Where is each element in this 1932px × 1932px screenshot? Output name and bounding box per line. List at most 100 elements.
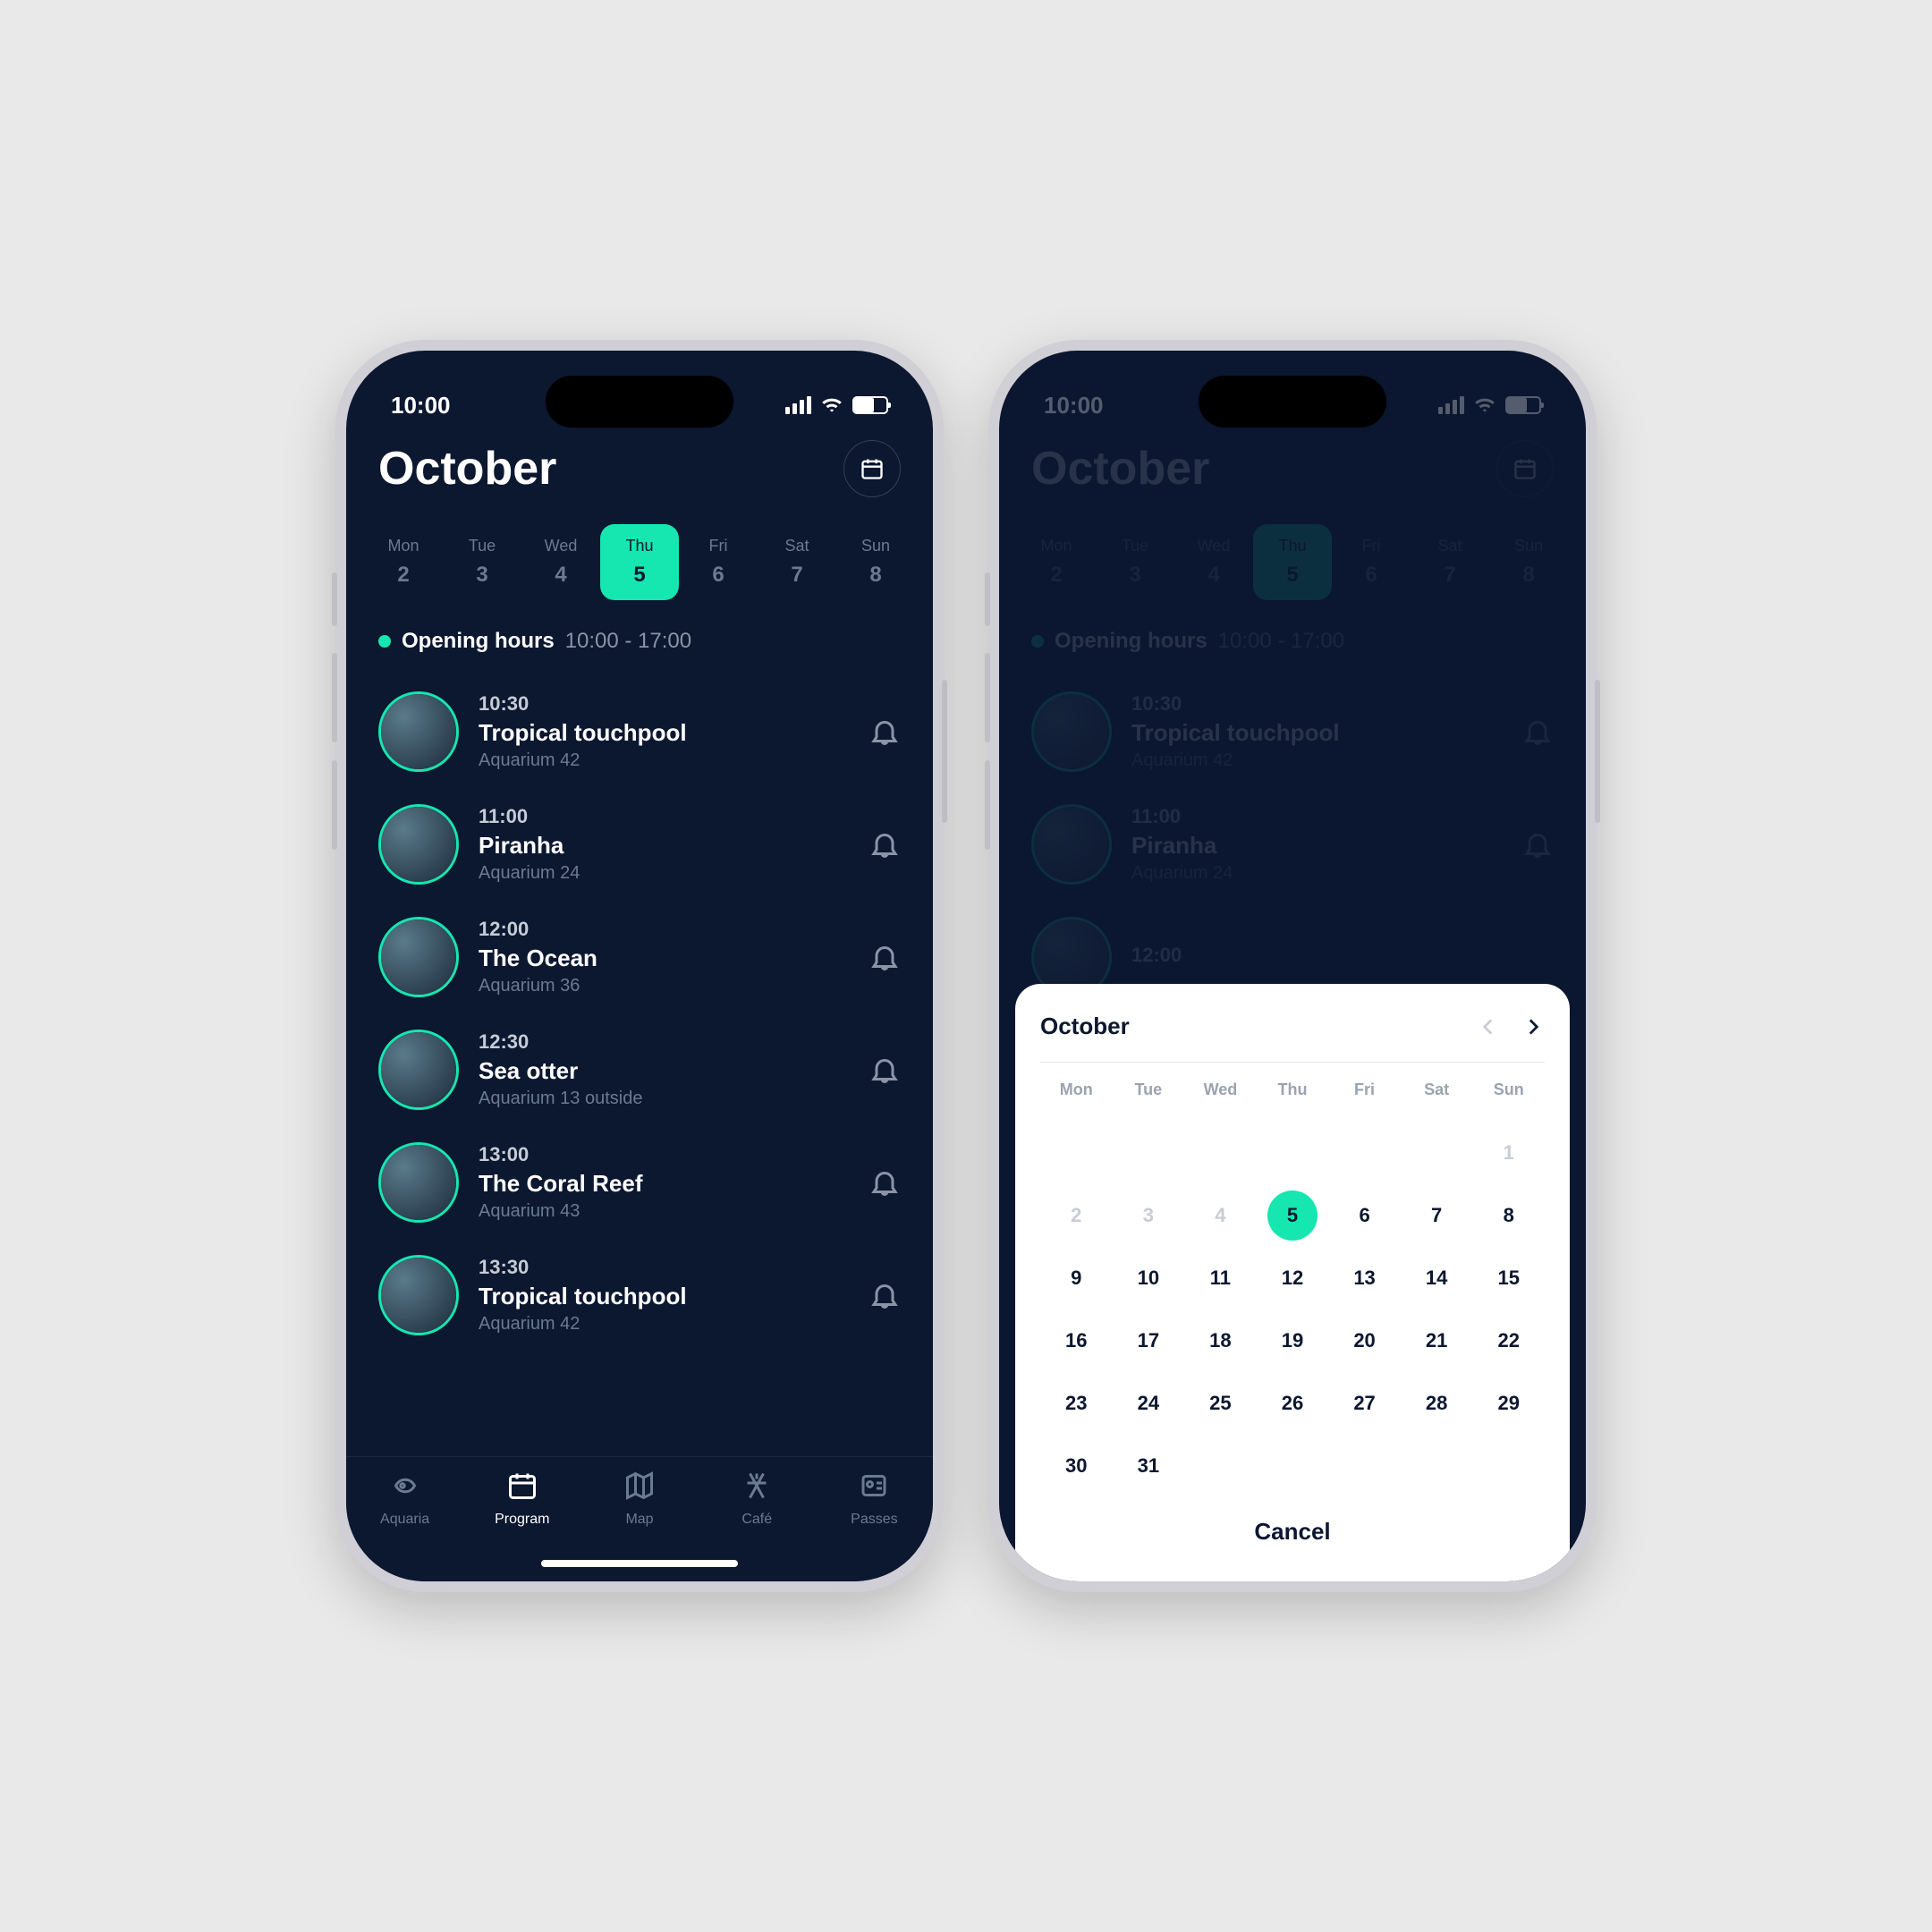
bell-icon[interactable]	[869, 941, 901, 973]
day-cell-sat[interactable]: Sat 7	[758, 524, 836, 600]
bell-icon[interactable]	[869, 1054, 901, 1086]
bell-icon[interactable]	[869, 716, 901, 748]
day-of-week-label: Wed	[521, 537, 600, 555]
datepicker-day[interactable]: 28	[1401, 1384, 1473, 1423]
status-time: 10:00	[391, 392, 451, 419]
datepicker-day[interactable]: 25	[1184, 1384, 1257, 1423]
datepicker-day[interactable]: 10	[1113, 1258, 1185, 1298]
datepicker-day[interactable]: 11	[1184, 1258, 1257, 1298]
datepicker-day[interactable]: 24	[1113, 1384, 1185, 1423]
bell-icon[interactable]	[869, 1279, 901, 1311]
home-indicator[interactable]	[541, 1560, 738, 1567]
event-avatar	[378, 1255, 459, 1335]
day-cell-wed[interactable]: Wed 4	[521, 524, 600, 600]
event-time: 12:00	[479, 918, 849, 941]
datepicker-day[interactable]: 27	[1328, 1384, 1401, 1423]
event-location: Aquarium 36	[479, 976, 849, 996]
event-row[interactable]: 12:30 Sea otter Aquarium 13 outside	[378, 1013, 901, 1126]
datepicker-dow-header: Fri	[1328, 1080, 1401, 1110]
signal-icon	[785, 396, 811, 414]
datepicker-dow-header: Mon	[1040, 1080, 1113, 1110]
datepicker-dow-header: Sun	[1472, 1080, 1545, 1110]
datepicker-day[interactable]: 15	[1472, 1258, 1545, 1298]
datepicker-day[interactable]: 16	[1040, 1321, 1113, 1360]
datepicker-day[interactable]: 22	[1472, 1321, 1545, 1360]
battery-icon	[852, 396, 888, 414]
event-location: Aquarium 42	[479, 1314, 849, 1335]
next-month-button[interactable]	[1521, 1015, 1545, 1038]
day-of-week-label: Mon	[364, 537, 443, 555]
day-cell-mon[interactable]: Mon2	[364, 524, 443, 600]
tab-label: Passes	[816, 1512, 933, 1528]
datepicker-day[interactable]: 13	[1328, 1258, 1401, 1298]
datepicker-day[interactable]: 19	[1257, 1321, 1329, 1360]
datepicker-day[interactable]: 8	[1472, 1196, 1545, 1235]
tab-passes[interactable]: Passes	[816, 1470, 933, 1581]
datepicker-day[interactable]: 31	[1113, 1446, 1185, 1486]
event-avatar	[378, 917, 459, 997]
datepicker-dow-header: Tue	[1113, 1080, 1185, 1110]
event-location: Aquarium 24	[479, 863, 849, 884]
event-row[interactable]: 13:00 The Coral Reef Aquarium 43	[378, 1126, 901, 1239]
tab-aquaria[interactable]: Aquaria	[346, 1470, 463, 1581]
day-number: 8	[836, 563, 915, 588]
datepicker-grid: MonTueWedThuFriSatSun1234567891011121314…	[1040, 1080, 1545, 1486]
datepicker-day[interactable]: 23	[1040, 1384, 1113, 1423]
event-time: 13:00	[479, 1143, 849, 1166]
datepicker-day[interactable]: 26	[1257, 1384, 1329, 1423]
cancel-button[interactable]: Cancel	[1040, 1518, 1545, 1546]
wifi-icon	[820, 396, 843, 414]
event-time: 11:00	[479, 805, 849, 828]
datepicker-empty	[1040, 1133, 1113, 1173]
datepicker-day[interactable]: 18	[1184, 1321, 1257, 1360]
datepicker-day[interactable]: 5	[1257, 1196, 1329, 1235]
phone-left: 10:00 October Mon2Tue3Wed 4Thu5Fri6Sat 7Su…	[335, 340, 944, 1592]
page-title: October	[378, 442, 556, 496]
datepicker-empty	[1328, 1133, 1401, 1173]
day-of-week-label: Tue	[443, 537, 521, 555]
day-number: 7	[758, 563, 836, 588]
prev-month-button	[1477, 1015, 1500, 1038]
datepicker-day[interactable]: 6	[1328, 1196, 1401, 1235]
day-cell-thu[interactable]: Thu5	[600, 524, 679, 600]
event-avatar	[378, 804, 459, 885]
calendar-button[interactable]	[843, 440, 901, 497]
datepicker-day[interactable]: 17	[1113, 1321, 1185, 1360]
event-location: Aquarium 42	[479, 750, 849, 771]
event-list[interactable]: 10:30 Tropical touchpool Aquarium 42 11:…	[346, 675, 933, 1352]
bell-icon[interactable]	[869, 1166, 901, 1199]
program-icon	[506, 1470, 538, 1502]
event-row[interactable]: 12:00 The Ocean Aquarium 36	[378, 901, 901, 1013]
datepicker-day[interactable]: 21	[1401, 1321, 1473, 1360]
datepicker-day: 4	[1184, 1196, 1257, 1235]
datepicker-title: October	[1040, 1013, 1130, 1040]
datepicker-day[interactable]: 12	[1257, 1258, 1329, 1298]
dynamic-island	[546, 376, 733, 428]
tab-label: Aquaria	[346, 1512, 463, 1528]
datepicker-day[interactable]: 7	[1401, 1196, 1473, 1235]
day-of-week-label: Sat	[758, 537, 836, 555]
day-cell-sun[interactable]: Sun 8	[836, 524, 915, 600]
opening-hours-value: 10:00 - 17:00	[565, 629, 691, 654]
datepicker-day[interactable]: 29	[1472, 1384, 1545, 1423]
datepicker-dow-header: Sat	[1401, 1080, 1473, 1110]
datepicker-day[interactable]: 14	[1401, 1258, 1473, 1298]
datepicker-day[interactable]: 9	[1040, 1258, 1113, 1298]
event-avatar	[378, 1142, 459, 1223]
event-row[interactable]: 10:30 Tropical touchpool Aquarium 42	[378, 675, 901, 788]
day-cell-fri[interactable]: Fri6	[679, 524, 758, 600]
bell-icon[interactable]	[869, 828, 901, 860]
day-cell-tue[interactable]: Tue3	[443, 524, 521, 600]
day-of-week-label: Sun	[836, 537, 915, 555]
day-of-week-label: Fri	[679, 537, 758, 555]
event-title: The Coral Reef	[479, 1170, 849, 1198]
datepicker-day: 2	[1040, 1196, 1113, 1235]
event-title: Piranha	[479, 832, 849, 860]
datepicker-day[interactable]: 30	[1040, 1446, 1113, 1486]
event-row[interactable]: 13:30 Tropical touchpool Aquarium 42	[378, 1239, 901, 1352]
event-time: 10:30	[479, 692, 849, 716]
day-number: 4	[521, 563, 600, 588]
map-icon	[623, 1470, 656, 1502]
event-row[interactable]: 11:00 Piranha Aquarium 24	[378, 788, 901, 901]
datepicker-day[interactable]: 20	[1328, 1321, 1401, 1360]
